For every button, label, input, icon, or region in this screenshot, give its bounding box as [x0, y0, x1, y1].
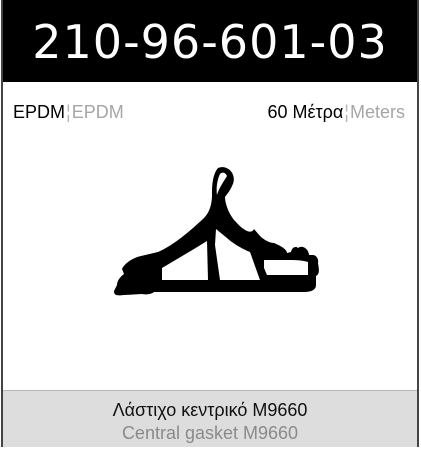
material-spec: EPDM¦EPDM	[13, 100, 124, 124]
length-separator: ¦	[344, 102, 349, 122]
material-separator: ¦	[66, 102, 71, 122]
length-spec: 60 Μέτρα¦Meters	[268, 100, 406, 124]
product-code: 210-96-601-03	[32, 15, 388, 69]
product-code-header: 210-96-601-03	[3, 0, 417, 82]
product-title-primary: Λάστιχο κεντρικό M9660	[112, 400, 308, 420]
length-primary-label: 60 Μέτρα	[267, 102, 344, 122]
length-secondary-label: Meters	[349, 102, 405, 122]
gasket-profile-drawing	[114, 167, 319, 296]
spec-row: EPDM¦EPDM 60 Μέτρα¦Meters	[3, 100, 417, 124]
gasket-profile-icon	[106, 164, 320, 304]
material-secondary-label: EPDM	[71, 102, 124, 122]
product-title-secondary: Central gasket M9660	[121, 423, 299, 443]
product-card: 210-96-601-03 EPDM¦EPDM 60 Μέτρα¦Meters …	[1, 0, 419, 447]
product-title-footer: Λάστιχο κεντρικό M9660 Central gasket M9…	[3, 390, 417, 447]
material-primary-label: EPDM	[13, 102, 66, 122]
